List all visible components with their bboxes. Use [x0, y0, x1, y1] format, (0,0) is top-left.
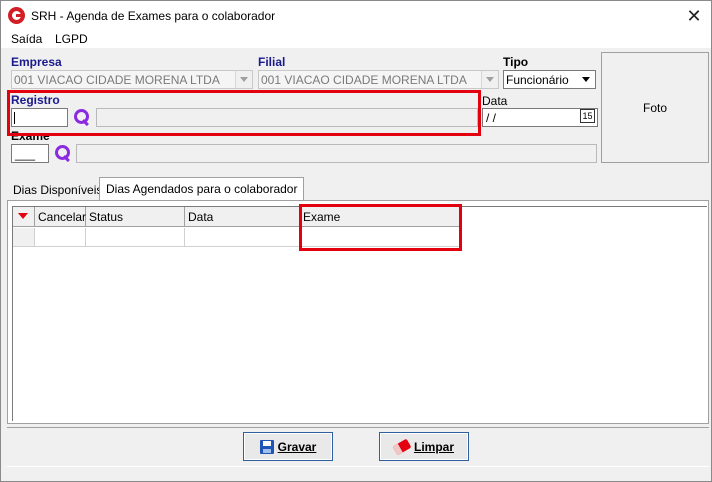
status-bar	[1, 469, 711, 481]
empresa-label: Empresa	[11, 55, 62, 69]
title-bar: SRH - Agenda de Exames para o colaborado…	[1, 1, 711, 30]
menu-saida[interactable]: Saída	[11, 32, 42, 46]
row-indicator[interactable]	[13, 228, 35, 247]
empresa-select[interactable]: 001 VIACAO CIDADE MORENA LTDA	[11, 70, 253, 89]
table-cell[interactable]	[86, 228, 185, 247]
chevron-down-icon[interactable]	[235, 71, 252, 88]
filial-label: Filial	[258, 55, 286, 69]
filial-select[interactable]: 001 VIACAO CIDADE MORENA LTDA	[258, 70, 499, 89]
window-title: SRH - Agenda de Exames para o colaborado…	[31, 9, 276, 23]
column-header-data[interactable]: Data	[185, 207, 300, 227]
exame-name-field	[76, 144, 597, 163]
clear-button[interactable]: Limpar	[379, 432, 469, 461]
tab-dias-agendados[interactable]: Dias Agendados para o colaborador	[99, 177, 305, 201]
button-bar	[7, 427, 709, 467]
sort-triangle-icon	[18, 213, 28, 219]
tab-dias-disponiveis[interactable]: Dias Disponíveis	[7, 179, 108, 201]
app-logo-icon	[8, 7, 25, 24]
tipo-value: Funcionário	[506, 73, 569, 87]
search-icon[interactable]	[54, 144, 72, 162]
column-header-cancelar[interactable]: Cancelar	[35, 207, 86, 227]
empresa-value: 001 VIACAO CIDADE MORENA LTDA	[14, 73, 220, 87]
save-button[interactable]: Gravar	[243, 432, 333, 461]
exame-input[interactable]: ___	[11, 144, 49, 163]
chevron-down-icon[interactable]	[481, 71, 498, 88]
data-label: Data	[482, 94, 508, 108]
exame-column-highlight-box	[299, 204, 462, 251]
registro-highlight-box	[7, 90, 481, 136]
chevron-down-icon[interactable]	[578, 71, 595, 88]
data-value: / /	[486, 111, 497, 125]
eraser-icon	[392, 438, 412, 455]
menu-lgpd[interactable]: LGPD	[55, 32, 88, 46]
photo-box[interactable]: Foto	[601, 52, 709, 163]
app-window: SRH - Agenda de Exames para o colaborado…	[0, 0, 712, 482]
grid-indicator-header[interactable]	[13, 207, 35, 227]
photo-label: Foto	[642, 100, 667, 115]
column-header-status[interactable]: Status	[86, 207, 185, 227]
close-button[interactable]: ✕	[679, 4, 709, 28]
floppy-disk-icon	[259, 439, 274, 454]
tipo-select[interactable]: Funcionário	[503, 70, 596, 89]
menu-bar: Saída LGPD	[1, 30, 711, 48]
tipo-label: Tipo	[503, 55, 529, 69]
filial-value: 001 VIACAO CIDADE MORENA LTDA	[261, 73, 467, 87]
table-cell[interactable]	[35, 228, 86, 247]
table-cell[interactable]	[185, 228, 300, 247]
calendar-icon[interactable]: 15	[580, 109, 595, 123]
exame-value: ___	[15, 147, 36, 161]
